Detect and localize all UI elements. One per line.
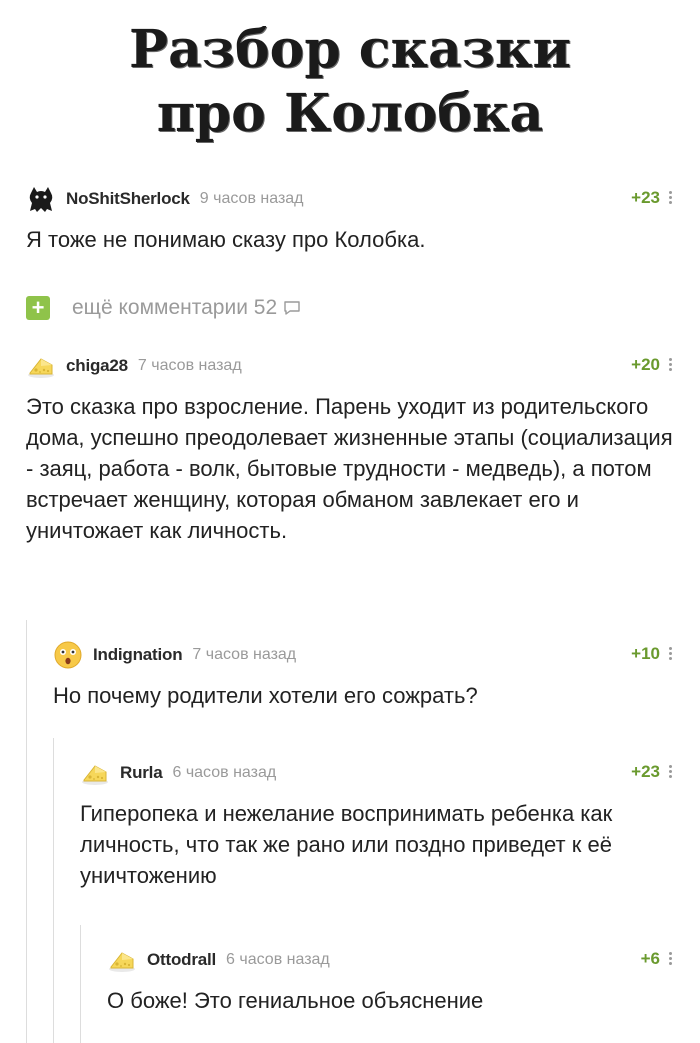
title-line-1: Разбор сказки	[128, 19, 572, 80]
comment-time: 7 часов назад	[192, 646, 297, 663]
thread-branch-line	[53, 738, 54, 1043]
comment-noshitsherlock: NoShitSherlock 9 часов назад +23 Я тоже …	[26, 184, 674, 255]
surprised-face-avatar-icon[interactable]	[53, 640, 83, 670]
more-options-icon[interactable]	[668, 646, 674, 662]
more-comments-button[interactable]: + ещё комментарии 52	[26, 294, 301, 322]
comment-rating: +20	[631, 355, 660, 374]
more-options-icon[interactable]	[668, 357, 674, 373]
comment-header: chiga28 7 часов назад +20	[26, 351, 674, 381]
comment-time: 9 часов назад	[199, 190, 304, 207]
more-comments-label: ещё комментарии 52	[72, 296, 278, 319]
page-title: Разбор сказки про Колобка	[0, 18, 700, 146]
comment-username[interactable]: chiga28	[66, 356, 128, 376]
title-line-2: про Колобка	[156, 83, 544, 144]
comment-text: Но почему родители хотели его сожрать?	[53, 683, 478, 708]
cheese-avatar-icon[interactable]	[107, 945, 137, 975]
comment-header: Rurla 6 часов назад +23	[80, 758, 674, 788]
comment-rurla: Rurla 6 часов назад +23 Гиперопека и неж…	[80, 758, 674, 891]
comment-text: Гиперопека и нежелание воспринимать ребе…	[80, 801, 613, 888]
comment-text: О боже! Это гениальное объяснение	[107, 988, 484, 1013]
comment-time: 6 часов назад	[226, 951, 330, 968]
comment-rating: +6	[640, 949, 660, 968]
comment-header: Indignation 7 часов назад +10	[53, 640, 674, 670]
comment-header: NoShitSherlock 9 часов назад +23	[26, 184, 674, 214]
cat-avatar-icon[interactable]	[26, 184, 56, 214]
cheese-avatar-icon[interactable]	[80, 758, 110, 788]
comment-rating: +23	[631, 188, 660, 207]
cheese-avatar-icon[interactable]	[26, 351, 56, 381]
comment-username[interactable]: NoShitSherlock	[66, 189, 190, 209]
comment-time: 6 часов назад	[172, 764, 277, 781]
comment-rating: +10	[631, 644, 660, 663]
thread-branch-line	[26, 620, 27, 1043]
comment-username[interactable]: Rurla	[120, 763, 163, 783]
comment-time: 7 часов назад	[137, 357, 242, 374]
comment-text: Это сказка про взросление. Парень уходит…	[26, 394, 673, 543]
more-options-icon[interactable]	[668, 190, 674, 206]
comment-bubble-icon	[284, 301, 300, 315]
more-options-icon[interactable]	[668, 764, 674, 780]
more-options-icon[interactable]	[668, 951, 674, 967]
comment-header: Ottodrall 6 часов назад +6	[107, 945, 674, 975]
comment-username[interactable]: Ottodrall	[147, 950, 216, 970]
comment-ottodrall: Ottodrall 6 часов назад +6 О боже! Это г…	[107, 945, 674, 1016]
comment-text: Я тоже не понимаю сказу про Колобка.	[26, 227, 426, 252]
thread-branch-line	[80, 925, 81, 1043]
comment-rating: +23	[631, 762, 660, 781]
comment-username[interactable]: Indignation	[93, 645, 183, 665]
comment-chiga28: chiga28 7 часов назад +20 Это сказка про…	[26, 351, 674, 546]
plus-icon: +	[26, 296, 50, 320]
comment-indignation: Indignation 7 часов назад +10 Но почему …	[53, 640, 674, 711]
